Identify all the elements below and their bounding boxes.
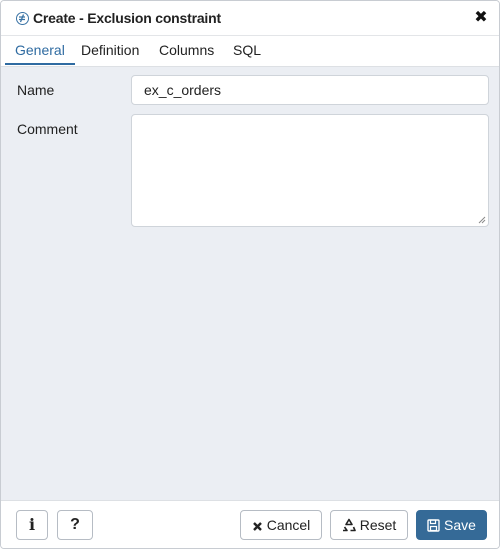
create-exclusion-constraint-dialog: Create - Exclusion constraint ✖ General … — [0, 0, 500, 549]
tab-definition[interactable]: Definition — [71, 36, 149, 65]
dialog-titlebar[interactable]: Create - Exclusion constraint ✖ — [1, 1, 499, 36]
name-label: Name — [17, 82, 55, 98]
help-button[interactable]: ? — [57, 510, 93, 540]
tab-sql[interactable]: SQL — [223, 36, 271, 65]
name-input[interactable]: ex_c_orders — [131, 75, 489, 105]
comment-textarea[interactable] — [131, 114, 489, 227]
reset-label: Reset — [359, 517, 397, 533]
save-button[interactable]: Save — [416, 510, 487, 540]
cancel-label: Cancel — [266, 517, 311, 533]
cancel-button[interactable]: Cancel — [240, 510, 322, 540]
close-icon[interactable]: ✖ — [473, 10, 489, 26]
save-label: Save — [444, 517, 476, 533]
recycle-icon — [342, 513, 356, 541]
form-panel: Name ex_c_orders Comment — [1, 67, 499, 500]
floppy-disk-icon — [427, 513, 440, 541]
dialog-title: Create - Exclusion constraint — [33, 10, 221, 26]
tab-columns[interactable]: Columns — [149, 36, 224, 65]
tab-general[interactable]: General — [5, 36, 75, 65]
info-button[interactable]: i — [16, 510, 48, 540]
info-icon: i — [28, 515, 36, 534]
dialog-footer: i ? Cancel Reset Save — [1, 500, 499, 548]
tab-bar: General Definition Columns SQL — [1, 36, 499, 67]
exclusion-constraint-icon — [16, 12, 29, 25]
comment-label: Comment — [17, 121, 78, 137]
resize-grip-icon[interactable] — [478, 216, 486, 224]
close-icon — [252, 513, 263, 541]
reset-button[interactable]: Reset — [330, 510, 408, 540]
help-icon: ? — [70, 516, 80, 533]
